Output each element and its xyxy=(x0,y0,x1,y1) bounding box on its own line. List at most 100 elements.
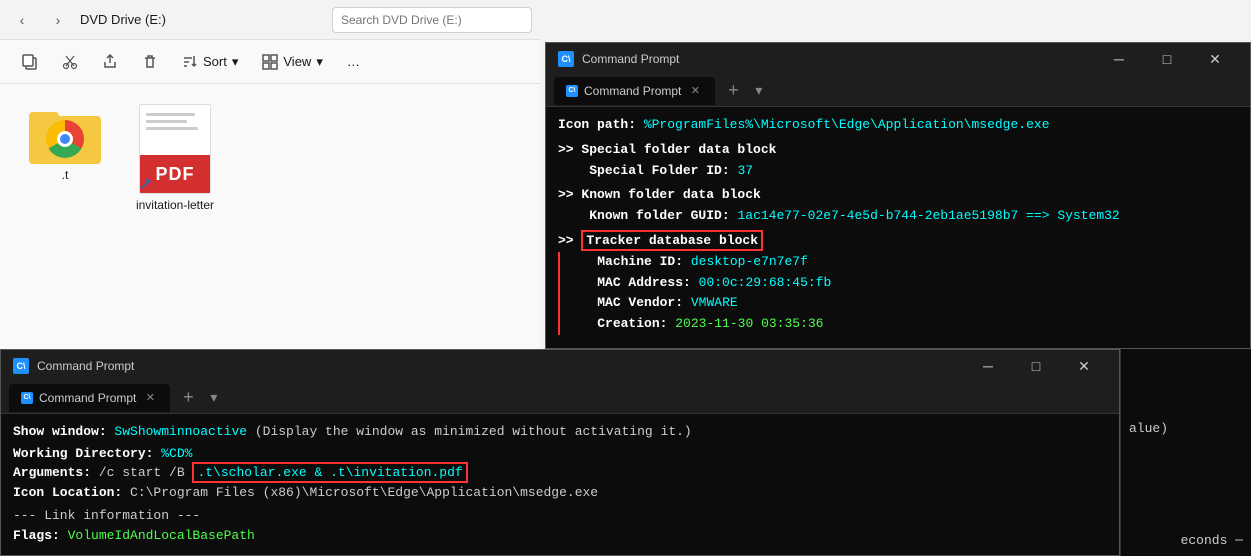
mac-vendor-line: MAC Vendor: VMWARE xyxy=(558,293,1238,314)
tracker-header-box: Tracker database block xyxy=(581,230,763,251)
file-item-invitation[interactable]: PDF ↗ invitation-letter xyxy=(130,104,220,212)
chrome-center xyxy=(57,131,73,147)
cmd-top-close[interactable]: ✕ xyxy=(1192,43,1238,75)
explorer-path: DVD Drive (E:) xyxy=(80,12,324,27)
partial-seconds-text: econds ─ xyxy=(1181,533,1243,548)
sort-icon xyxy=(182,54,198,70)
mac-address-label: MAC Address: xyxy=(597,275,691,290)
mac-address-line: MAC Address: 00:0c:29:68:45:fb xyxy=(558,273,1238,294)
trash-icon xyxy=(142,54,158,70)
shortcut-arrow: ↗ xyxy=(139,174,152,194)
view-icon xyxy=(262,54,278,70)
more-label: … xyxy=(347,54,360,69)
cmd-bottom-tab-label: Command Prompt xyxy=(39,391,136,405)
known-folder-guid-value: 1ac14e77-02e7-4e5d-b744-2eb1ae5198b7 ==>… xyxy=(737,208,1119,223)
file-item-t[interactable]: .t xyxy=(20,104,110,182)
known-folder-header: >> Known folder data block xyxy=(558,187,761,202)
right-panel-partial: alue) econds ─ xyxy=(1120,349,1251,556)
cmd-bottom-tab-close[interactable]: ✕ xyxy=(142,390,158,406)
show-window-label: Show window: xyxy=(13,424,114,439)
view-button[interactable]: View ▾ xyxy=(252,46,332,78)
link-info-header-line: --- Link information --- xyxy=(13,506,1107,526)
cmd-top-window-buttons: ─ □ ✕ xyxy=(1096,43,1238,75)
creation-line: Creation: 2023-11-30 03:35:36 xyxy=(558,314,1238,335)
folder-body xyxy=(29,116,101,164)
machine-id-label: Machine ID: xyxy=(597,254,683,269)
cmd-top-tab-close[interactable]: ✕ xyxy=(687,83,703,99)
special-folder-id-line: Special Folder ID: 37 xyxy=(558,161,1238,182)
cmd-top-tab-add[interactable]: + xyxy=(719,77,747,105)
cmd-top-content: Icon path: %ProgramFiles%\Microsoft\Edge… xyxy=(546,107,1250,348)
mac-vendor-value: VMWARE xyxy=(691,295,738,310)
special-folder-header-line: >> Special folder data block xyxy=(558,140,1238,161)
view-chevron: ▾ xyxy=(316,54,323,70)
arguments-line: Arguments: /c start /B .t\scholar.exe & … xyxy=(13,463,1107,483)
share-button[interactable] xyxy=(92,46,128,78)
file-name-invitation: invitation-letter xyxy=(136,198,214,212)
icon-location-label: Icon Location: xyxy=(13,485,130,500)
cmd-bottom-tab-icon: C\ xyxy=(21,392,33,404)
show-window-value: SwShowminnoactive xyxy=(114,424,247,439)
cmd-bottom-tab-add[interactable]: + xyxy=(174,384,202,412)
cmd-bottom-icon: C\ xyxy=(13,358,29,374)
copy-button[interactable] xyxy=(12,46,48,78)
cmd-bottom-content: Show window: SwShowminnoactive (Display … xyxy=(1,414,1119,555)
explorer-toolbar: Sort ▾ View ▾ … xyxy=(0,40,540,84)
tracker-block-line: >> Tracker database block xyxy=(558,231,1238,252)
cmd-top-minimize[interactable]: ─ xyxy=(1096,43,1142,75)
sort-button[interactable]: Sort ▾ xyxy=(172,46,248,78)
cmd-bottom-window-buttons: ─ □ ✕ xyxy=(965,350,1107,382)
link-info-header: --- Link information --- xyxy=(13,508,200,523)
back-button[interactable]: ‹ xyxy=(8,6,36,34)
more-button[interactable]: … xyxy=(337,46,370,78)
search-input[interactable] xyxy=(332,7,532,33)
cmd-top-tab[interactable]: C\ Command Prompt ✕ xyxy=(554,77,715,105)
cmd-bottom-tab[interactable]: C\ Command Prompt ✕ xyxy=(9,384,170,412)
cmd-bottom-maximize[interactable]: □ xyxy=(1013,350,1059,382)
view-label: View xyxy=(283,54,311,69)
icon-path-label: Icon path: xyxy=(558,117,636,132)
known-folder-guid-line: Known folder GUID: 1ac14e77-02e7-4e5d-b7… xyxy=(558,206,1238,227)
folder-icon xyxy=(29,104,101,164)
known-folder-header-line: >> Known folder data block xyxy=(558,185,1238,206)
machine-id-value: desktop-e7n7e7f xyxy=(691,254,808,269)
sort-chevron: ▾ xyxy=(232,54,239,70)
show-window-desc: (Display the window as minimized without… xyxy=(247,424,692,439)
scissors-icon xyxy=(62,54,78,70)
pdf-text: PDF xyxy=(156,164,195,185)
copy-icon xyxy=(22,54,38,70)
special-folder-header: >> Special folder data block xyxy=(558,142,776,157)
cut-button[interactable] xyxy=(52,46,88,78)
special-folder-id-label: Special Folder ID: xyxy=(589,163,729,178)
cmd-bottom-minimize[interactable]: ─ xyxy=(965,350,1011,382)
cmd-bottom-titlebar: C\ Command Prompt ─ □ ✕ xyxy=(1,350,1119,382)
cmd-top-tab-label: Command Prompt xyxy=(584,84,681,98)
icon-location-line: Icon Location: C:\Program Files (x86)\Mi… xyxy=(13,483,1107,503)
icon-location-value: C:\Program Files (x86)\Microsoft\Edge\Ap… xyxy=(130,485,598,500)
creation-label: Creation: xyxy=(597,316,667,331)
cmd-bottom-close[interactable]: ✕ xyxy=(1061,350,1107,382)
special-folder-id-value: 37 xyxy=(737,163,753,178)
arguments-prefix: /c start /B xyxy=(99,465,193,480)
cmd-top-title: Command Prompt xyxy=(582,52,1088,66)
cmd-top-dropdown[interactable]: ▾ xyxy=(755,82,762,99)
cmd-top-maximize[interactable]: □ xyxy=(1144,43,1190,75)
share-icon xyxy=(102,54,118,70)
cmd-top-icon: C\ xyxy=(558,51,574,67)
forward-button[interactable]: › xyxy=(44,6,72,34)
known-folder-guid-label: Known folder GUID: xyxy=(589,208,729,223)
chrome-icon xyxy=(46,120,84,158)
sort-label: Sort xyxy=(203,54,227,69)
cmd-bottom-window: C\ Command Prompt ─ □ ✕ C\ Command Promp… xyxy=(0,349,1120,556)
flags-value: VolumeIdAndLocalBasePath xyxy=(68,528,255,543)
cmd-top-tab-icon: C\ xyxy=(566,85,578,97)
mac-address-value: 00:0c:29:68:45:fb xyxy=(699,275,832,290)
delete-button[interactable] xyxy=(132,46,168,78)
working-dir-label: Working Directory: xyxy=(13,446,161,461)
working-dir-value: %CD% xyxy=(161,446,192,461)
cmd-bottom-dropdown[interactable]: ▾ xyxy=(210,389,217,406)
working-dir-line: Working Directory: %CD% xyxy=(13,444,1107,464)
machine-id-line: Machine ID: desktop-e7n7e7f xyxy=(558,252,1238,273)
explorer-titlebar: ‹ › DVD Drive (E:) xyxy=(0,0,540,40)
cmd-top-tabbar: C\ Command Prompt ✕ + ▾ xyxy=(546,75,1250,107)
